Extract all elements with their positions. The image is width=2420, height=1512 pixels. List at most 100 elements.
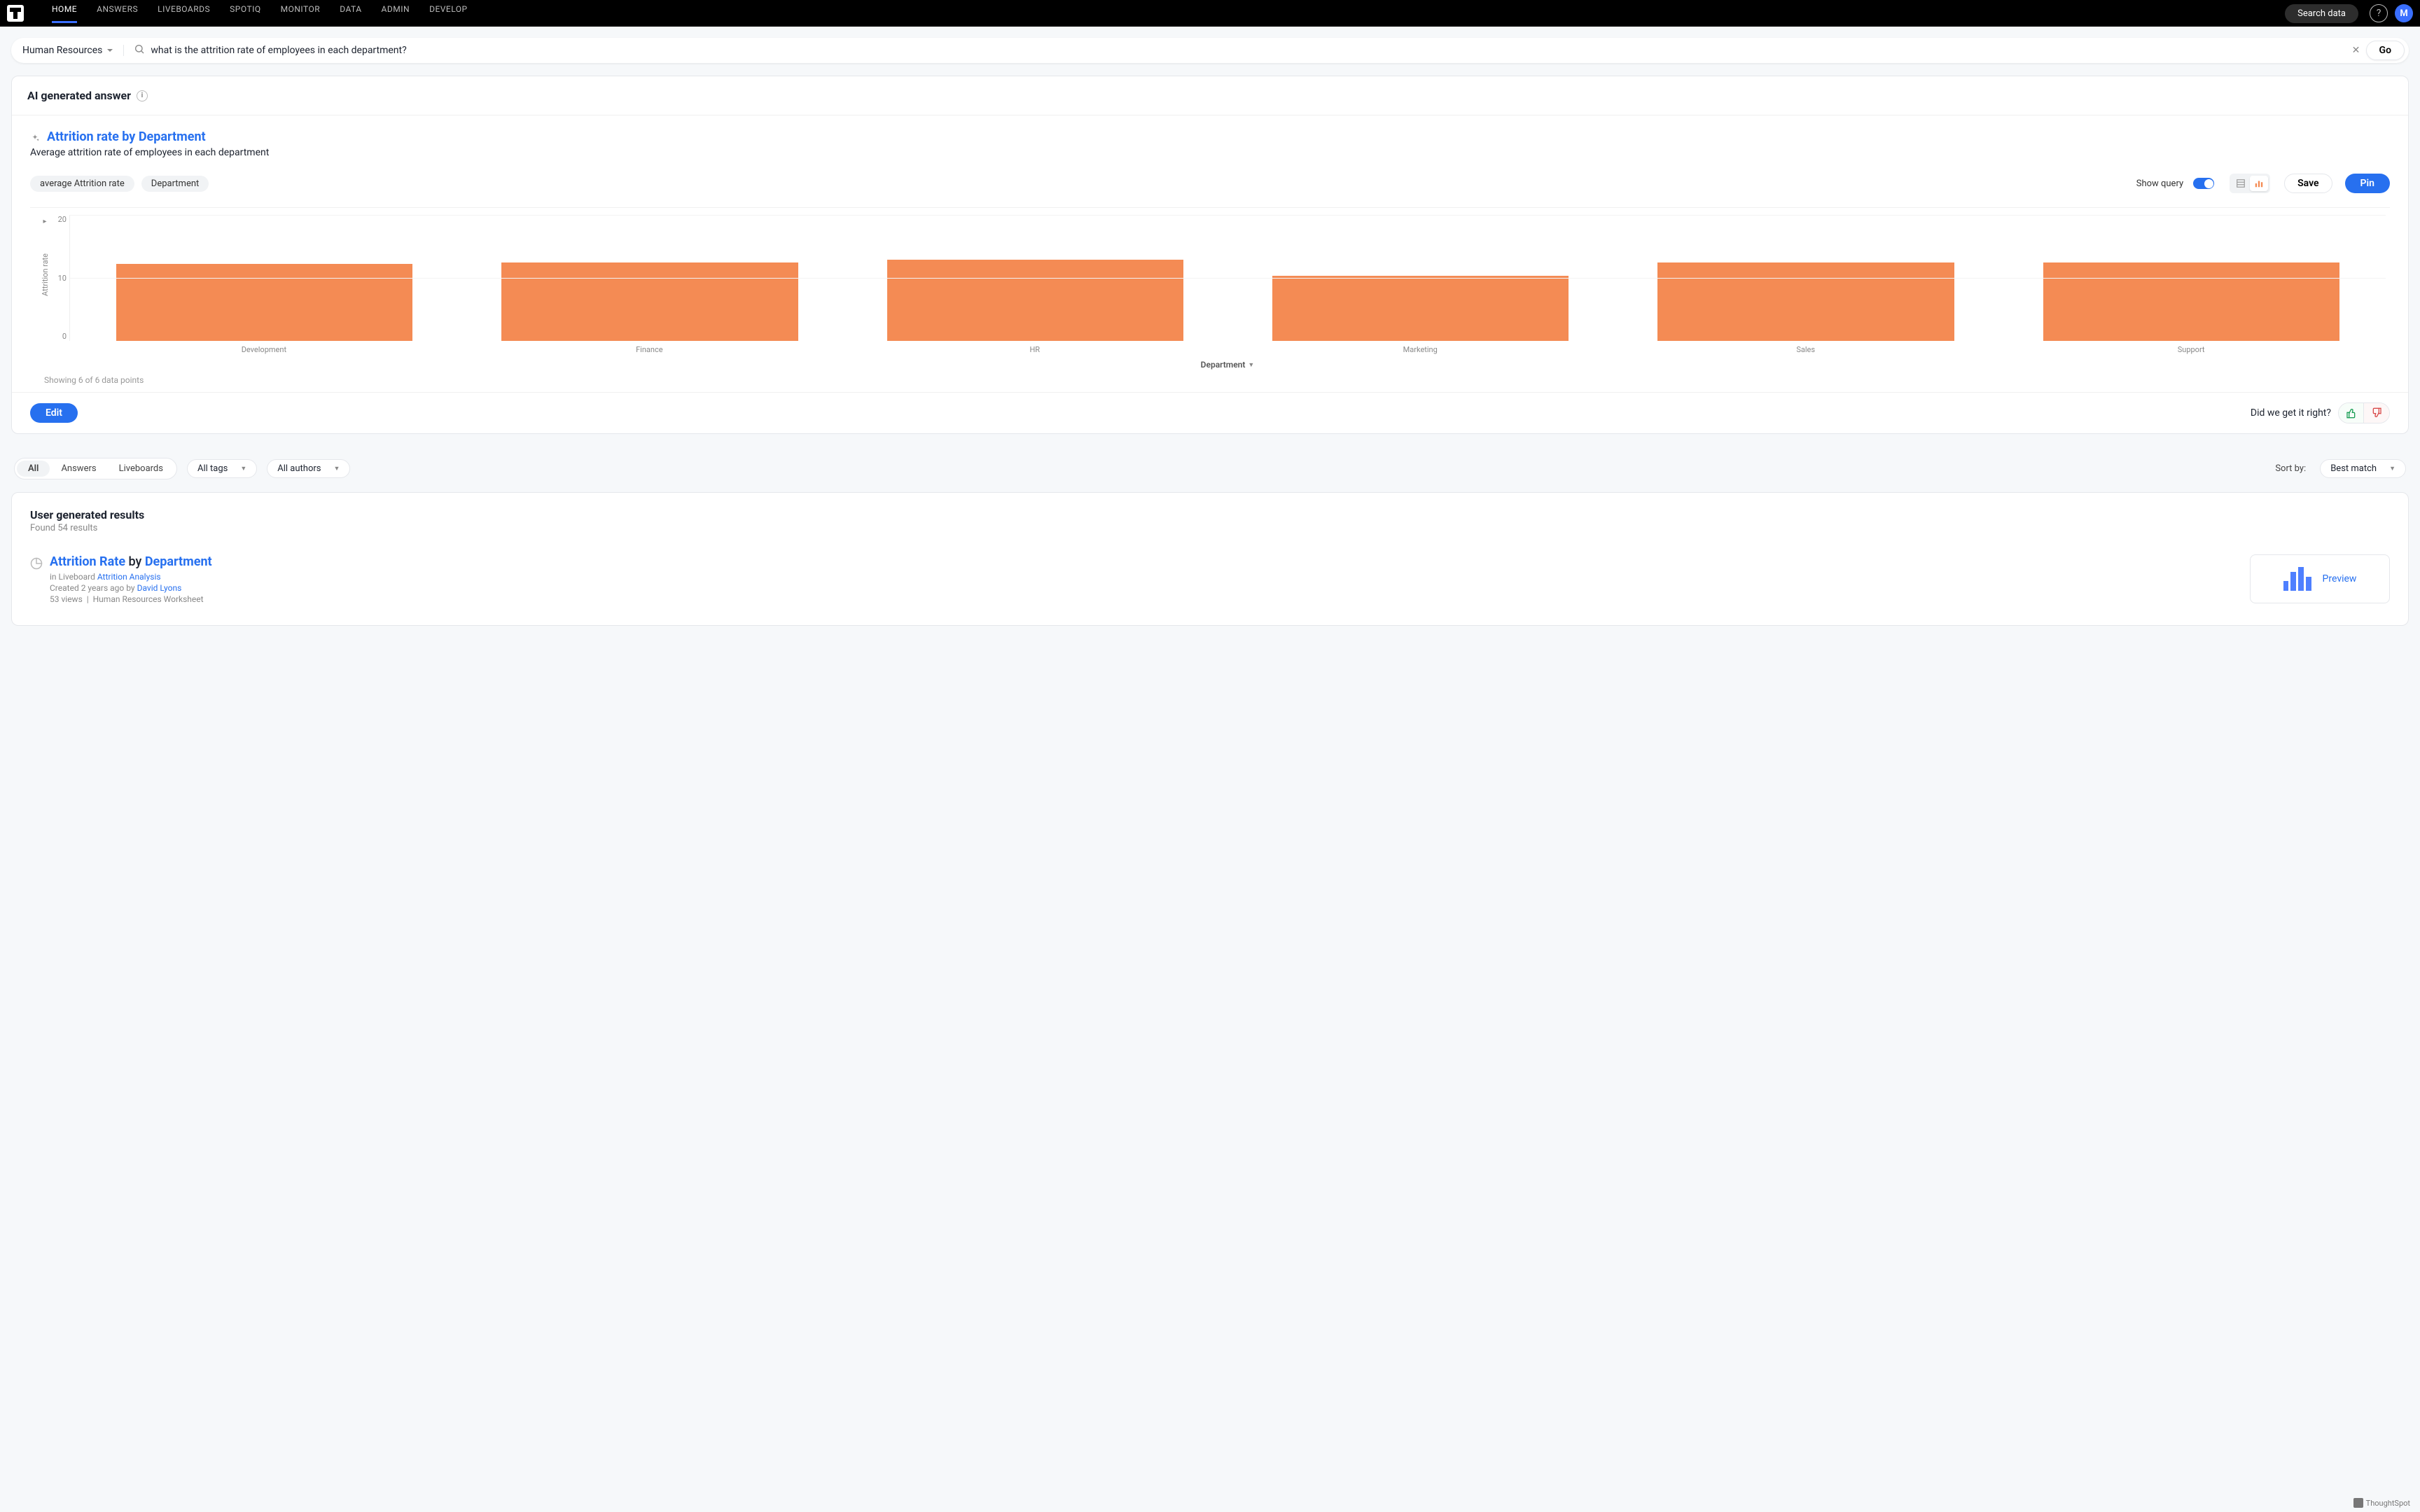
seg-all[interactable]: All — [17, 461, 50, 477]
result-title-prefix: Attrition Rate — [50, 554, 125, 569]
info-icon[interactable]: i — [137, 90, 148, 102]
bar-marketing[interactable] — [1272, 276, 1569, 341]
x-axis-ticks: DevelopmentFinanceHRMarketingSalesSuppor… — [69, 341, 2386, 354]
tags-dropdown[interactable]: All tags ▼ — [187, 459, 257, 478]
y-axis-label: Attrition rate — [41, 253, 50, 296]
datasource-selector[interactable]: Human Resources — [22, 45, 124, 56]
edit-button[interactable]: Edit — [30, 403, 78, 423]
bar-chart — [69, 215, 2386, 341]
nav-admin[interactable]: ADMIN — [382, 4, 410, 23]
sort-dropdown-value: Best match — [2330, 463, 2377, 474]
sort-dropdown[interactable]: Best match ▼ — [2320, 459, 2406, 478]
chevron-down-icon: ▼ — [1248, 361, 1254, 369]
x-tick: Sales — [1657, 345, 1954, 354]
go-button[interactable]: Go — [2366, 41, 2405, 60]
y-axis-ticks: 20 10 0 — [55, 215, 69, 341]
result-worksheet: Human Resources Worksheet — [93, 594, 204, 604]
thumbs-down-icon[interactable] — [2364, 403, 2389, 423]
nav-home[interactable]: HOME — [52, 4, 77, 23]
save-button[interactable]: Save — [2284, 174, 2332, 193]
chevron-down-icon: ▼ — [240, 465, 246, 472]
ai-answer-body: Attrition rate by Department Average att… — [12, 115, 2408, 392]
y-tick: 10 — [55, 274, 67, 283]
seg-liveboards[interactable]: Liveboards — [108, 461, 174, 477]
authors-dropdown-label: All authors — [277, 463, 321, 474]
x-tick: Marketing — [1272, 345, 1569, 354]
search-data-button[interactable]: Search data — [2285, 4, 2358, 23]
clear-search-icon[interactable]: ✕ — [2349, 43, 2363, 57]
x-axis-label-text: Department — [1201, 360, 1246, 370]
tags-dropdown-label: All tags — [197, 463, 228, 474]
datasource-name: Human Resources — [22, 45, 102, 56]
thumbs-up-icon[interactable] — [2339, 403, 2364, 423]
ai-answer-title[interactable]: Attrition rate by Department — [30, 130, 2390, 144]
chart-area: ▸ Attrition rate 20 10 0 Development Fina… — [30, 207, 2390, 385]
bar-sales[interactable] — [1657, 262, 1954, 342]
result-created-prefix: Created 2 years ago by — [50, 583, 137, 593]
authors-dropdown[interactable]: All authors ▼ — [267, 459, 350, 478]
x-tick: Development — [116, 345, 412, 354]
chevron-down-icon: ▼ — [2389, 465, 2395, 472]
show-query-label: Show query — [2136, 178, 2183, 189]
bar-finance[interactable] — [501, 262, 798, 341]
brand-footer: ThoughtSpot — [2353, 1498, 2410, 1508]
ai-answer-subtitle: Average attrition rate of employees in e… — [30, 147, 2390, 158]
result-preview[interactable]: Preview — [2250, 554, 2390, 603]
sparkle-icon — [30, 132, 40, 142]
nav-monitor[interactable]: MONITOR — [281, 4, 321, 23]
chevron-down-icon — [106, 47, 113, 54]
top-nav: HOME ANSWERS LIVEBOARDS SPOTIQ MONITOR D… — [0, 0, 2420, 27]
ai-answer-title-text: Attrition rate by Department — [47, 130, 206, 144]
nl-search-input[interactable] — [151, 45, 2349, 56]
chip-dimension[interactable]: Department — [141, 176, 209, 192]
search-icon — [134, 43, 145, 57]
results-count: Found 54 results — [30, 523, 2390, 533]
sort-by-label: Sort by: — [2275, 463, 2306, 474]
ai-answer-footer: Edit Did we get it right? — [12, 392, 2408, 433]
x-tick: HR — [886, 345, 1183, 354]
result-author-link[interactable]: David Lyons — [137, 583, 182, 593]
ai-answer-card: AI generated answer i Attrition rate by … — [11, 76, 2409, 434]
user-avatar[interactable]: M — [2395, 4, 2413, 22]
result-title-suffix: Department — [145, 554, 212, 569]
y-tick: 20 — [55, 215, 67, 224]
nav-spotiq[interactable]: SPOTIQ — [230, 4, 260, 23]
ai-answer-header: AI generated answer i — [12, 76, 2408, 115]
ai-answer-header-text: AI generated answer — [27, 89, 131, 102]
search-bar-row: Human Resources ✕ Go — [0, 27, 2420, 76]
nav-links: HOME ANSWERS LIVEBOARDS SPOTIQ MONITOR D… — [52, 4, 2285, 23]
nav-develop[interactable]: DEVELOP — [429, 4, 468, 23]
show-query-toggle[interactable] — [2193, 178, 2214, 189]
result-liveboard-label: in Liveboard — [50, 572, 97, 582]
x-axis-label[interactable]: Department ▼ — [69, 360, 2386, 370]
view-switch — [2230, 174, 2270, 193]
chart-view-icon[interactable] — [2250, 176, 2268, 191]
result-views: 53 views — [50, 594, 83, 604]
bar-support[interactable] — [2043, 262, 2339, 341]
data-points-count: Showing 6 of 6 data points — [34, 370, 2386, 385]
result-created: Created 2 years ago by David Lyons — [50, 583, 212, 593]
nav-liveboards[interactable]: LIVEBOARDS — [158, 4, 210, 23]
result-liveboard-link[interactable]: Attrition Analysis — [97, 572, 161, 582]
feedback-buttons — [2338, 402, 2390, 424]
nav-answers[interactable]: ANSWERS — [97, 4, 138, 23]
x-tick: Finance — [501, 345, 798, 354]
footer-brand-text: ThoughtSpot — [2366, 1499, 2410, 1508]
mini-chart-icon — [2283, 567, 2311, 591]
result-title[interactable]: Attrition Rate by Department — [50, 554, 212, 569]
pin-button[interactable]: Pin — [2345, 174, 2390, 193]
result-title-mid: by — [125, 554, 145, 569]
brand-logo[interactable] — [7, 5, 24, 22]
feedback-prompt: Did we get it right? — [2251, 407, 2331, 419]
result-stats: 53 views | Human Resources Worksheet — [50, 594, 212, 604]
help-icon[interactable]: ? — [2370, 4, 2388, 22]
search-pill: Human Resources ✕ Go — [11, 38, 2409, 63]
bar-development[interactable] — [116, 264, 412, 341]
result-item: Attrition Rate by Department in Liveboar… — [30, 554, 2390, 604]
bar-hr[interactable] — [887, 260, 1183, 341]
nav-data[interactable]: DATA — [340, 4, 361, 23]
table-view-icon[interactable] — [2232, 176, 2250, 191]
seg-answers[interactable]: Answers — [50, 461, 107, 477]
y-axis-expand-icon[interactable]: ▸ — [43, 218, 46, 225]
chip-measure[interactable]: average Attrition rate — [30, 176, 134, 192]
